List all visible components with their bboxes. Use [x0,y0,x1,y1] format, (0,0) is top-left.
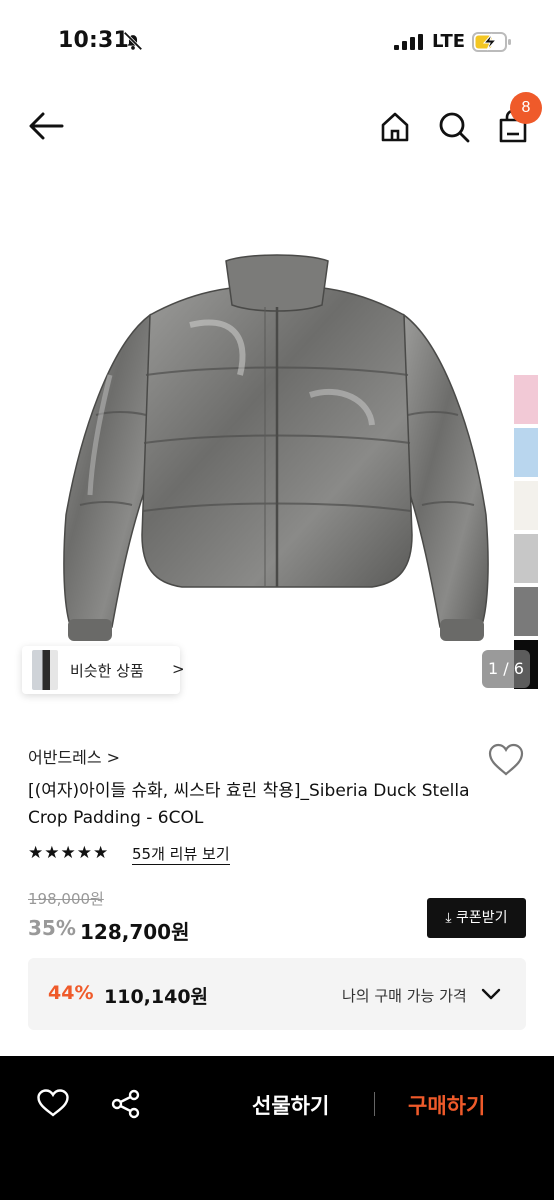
similar-products-label: 비슷한 상품 [70,662,144,680]
best-discount-rate: 44% [48,982,94,1004]
color-swatch-pink[interactable] [514,375,538,424]
back-arrow-icon[interactable] [26,108,66,144]
divider [374,1092,375,1116]
color-swatch-ivory[interactable] [514,481,538,530]
similar-products-thumbnail [32,650,58,690]
sale-price: 128,700원 [80,920,190,944]
bell-off-icon [123,31,143,51]
star-rating-icon: ★★★★★ [28,843,110,863]
similar-products-button[interactable]: 비슷한 상품 > [22,646,185,694]
product-image[interactable] [0,175,554,705]
color-swatch-sky-blue[interactable] [514,428,538,477]
bottom-action-bar: 선물하기 구매하기 [0,1056,554,1200]
brand-link[interactable]: 어반드레스 > [28,744,120,768]
battery-charging-icon [472,32,511,52]
search-icon[interactable] [437,110,471,144]
top-navigation: 8 [0,90,554,162]
best-price: 110,140원 [104,986,209,1008]
coupon-button[interactable]: ⤓ 쿠폰받기 [427,898,526,938]
status-time: 10:31 [58,28,130,53]
best-price-label: 나의 구매 가능 가격 [342,987,467,1005]
color-swatch-dark-gray[interactable] [514,587,538,636]
original-price: 198,000원 [28,890,104,908]
signal-icon [394,34,423,50]
best-price-panel[interactable]: 44% 110,140원 나의 구매 가능 가격 [28,958,526,1030]
color-swatch-light-gray[interactable] [514,534,538,583]
image-counter: 1 / 6 [482,650,530,688]
home-icon[interactable] [378,110,412,144]
network-type: LTE [432,31,466,52]
buy-button[interactable]: 구매하기 [408,1090,485,1120]
chevron-right-icon: > [172,660,185,678]
status-bar: 10:31 LTE [0,0,554,84]
wishlist-heart-icon[interactable] [36,1088,70,1118]
product-title: [(여자)아이들 슈화, 씨스타 효린 착용]_Siberia Duck Ste… [28,781,470,828]
share-icon[interactable] [110,1088,142,1120]
wishlist-heart-icon[interactable] [487,742,525,778]
gift-button[interactable]: 선물하기 [252,1090,329,1120]
discount-rate: 35% [28,916,76,940]
chevron-down-icon [481,988,501,1000]
color-swatch-list [514,375,538,693]
cart-count-badge: 8 [510,92,542,124]
review-link[interactable]: 55개 리뷰 보기 [132,844,230,865]
